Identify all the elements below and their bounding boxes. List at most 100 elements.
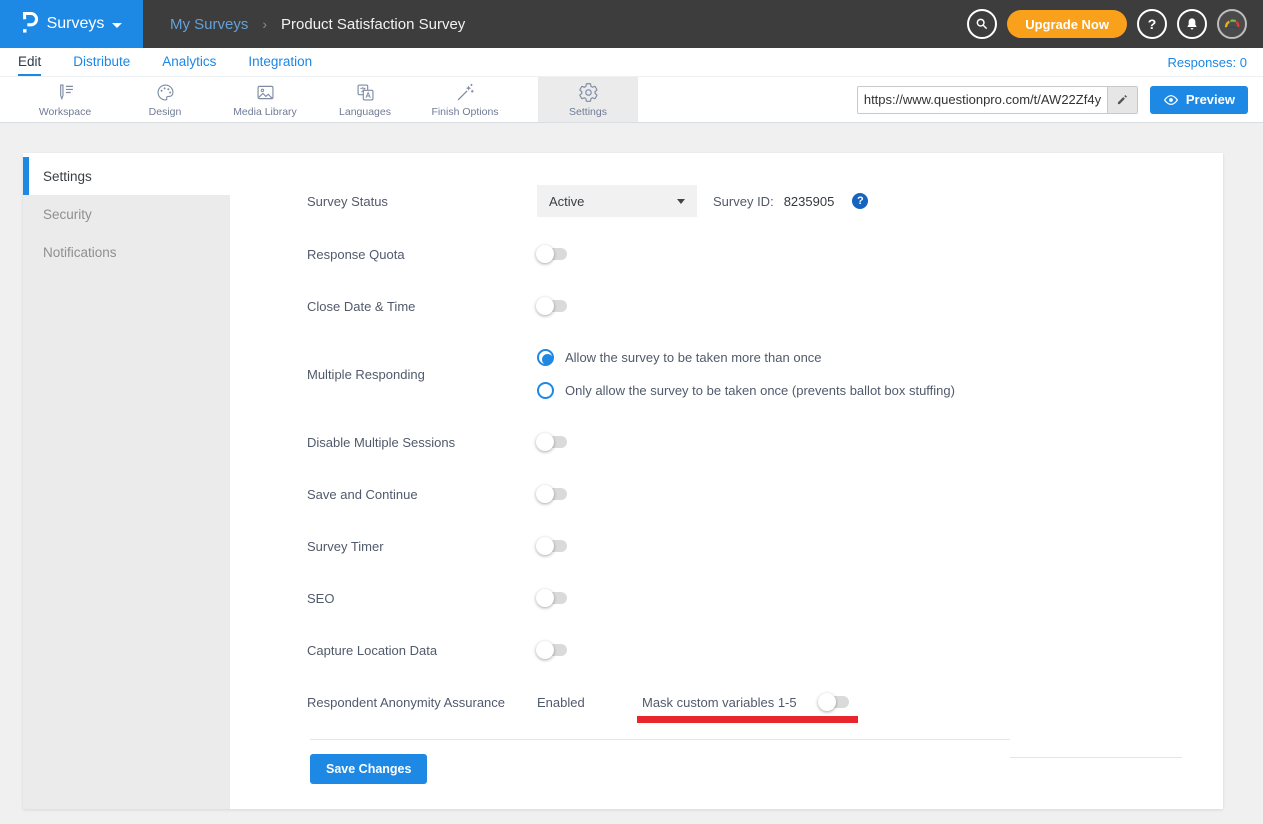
- translate-icon: [355, 82, 376, 103]
- respondent-anonymity-label: Respondent Anonymity Assurance: [307, 695, 537, 710]
- radio-unselected-icon: [537, 382, 554, 399]
- toolbar-item-design[interactable]: Design: [115, 77, 215, 122]
- toggle-knob: [536, 297, 554, 315]
- row-capture-location-data: Capture Location Data: [307, 634, 1193, 666]
- preview-button[interactable]: Preview: [1150, 86, 1248, 114]
- pencil-icon: [1115, 93, 1129, 107]
- content-area: Settings Security Notifications Survey S…: [0, 123, 1263, 809]
- row-survey-timer: Survey Timer: [307, 530, 1193, 562]
- row-response-quota: Response Quota: [307, 238, 1193, 270]
- toggle-knob: [818, 693, 836, 711]
- form-divider: [310, 739, 1010, 740]
- mask-custom-variables-toggle[interactable]: [819, 696, 849, 708]
- product-switcher[interactable]: Surveys: [0, 0, 143, 48]
- question-mark-icon: ?: [1148, 16, 1157, 32]
- row-respondent-anonymity: Respondent Anonymity Assurance Enabled M…: [307, 686, 1193, 718]
- toggle-knob: [536, 485, 554, 503]
- close-date-time-label: Close Date & Time: [307, 299, 537, 314]
- responses-count[interactable]: Responses: 0: [1168, 48, 1248, 76]
- header-actions: Upgrade Now ?: [967, 9, 1263, 39]
- capture-location-data-label: Capture Location Data: [307, 643, 537, 658]
- survey-status-label: Survey Status: [307, 194, 537, 209]
- survey-timer-toggle[interactable]: [537, 540, 567, 552]
- gear-icon: [578, 82, 599, 103]
- survey-url-input[interactable]: [858, 87, 1107, 113]
- chevron-down-icon: [112, 23, 122, 28]
- tab-distribute[interactable]: Distribute: [73, 48, 130, 76]
- row-close-date-time: Close Date & Time: [307, 290, 1193, 322]
- search-button[interactable]: [967, 9, 997, 39]
- response-quota-toggle[interactable]: [537, 248, 567, 260]
- row-save-and-continue: Save and Continue: [307, 478, 1193, 510]
- seo-toggle[interactable]: [537, 592, 567, 604]
- row-disable-multiple-sessions: Disable Multiple Sessions: [307, 426, 1193, 458]
- save-and-continue-toggle[interactable]: [537, 488, 567, 500]
- survey-id-help-icon[interactable]: ?: [852, 193, 868, 209]
- tab-analytics[interactable]: Analytics: [162, 48, 216, 76]
- sidebar-item-notifications[interactable]: Notifications: [23, 233, 230, 271]
- help-button[interactable]: ?: [1137, 9, 1167, 39]
- settings-card: Settings Security Notifications Survey S…: [23, 153, 1223, 809]
- notifications-button[interactable]: [1177, 9, 1207, 39]
- highlight-underline: [637, 716, 858, 723]
- user-avatar[interactable]: [1217, 9, 1247, 39]
- workspace-icon: [55, 82, 76, 103]
- radio-option-multiple-allowed[interactable]: Allow the survey to be taken more than o…: [537, 341, 955, 374]
- top-header: Surveys My Surveys › Product Satisfactio…: [0, 0, 1263, 48]
- toolbar-item-finish-options[interactable]: Finish Options: [415, 77, 515, 122]
- seo-label: SEO: [307, 591, 537, 606]
- toggle-knob: [536, 641, 554, 659]
- toolbar-right: Preview: [857, 77, 1263, 122]
- disable-multiple-sessions-toggle[interactable]: [537, 436, 567, 448]
- toolbar-item-languages[interactable]: Languages: [315, 77, 415, 122]
- anonymity-status-text: Enabled: [537, 695, 642, 710]
- tab-edit[interactable]: Edit: [18, 48, 41, 76]
- search-icon: [974, 16, 990, 32]
- radio-selected-icon: [537, 349, 554, 366]
- toggle-knob: [536, 589, 554, 607]
- survey-status-dropdown[interactable]: Active: [537, 185, 697, 217]
- toolbar-item-settings[interactable]: Settings: [538, 77, 638, 122]
- survey-status-value: Active: [549, 194, 584, 209]
- toolbar-item-workspace[interactable]: Workspace: [15, 77, 115, 122]
- multiple-responding-label: Multiple Responding: [307, 367, 537, 382]
- upgrade-now-button[interactable]: Upgrade Now: [1007, 10, 1127, 38]
- avatar-image: [1221, 13, 1243, 35]
- sidebar-item-settings[interactable]: Settings: [23, 157, 230, 195]
- breadcrumb-current: Product Satisfaction Survey: [281, 16, 465, 33]
- save-changes-button[interactable]: Save Changes: [310, 754, 427, 784]
- app: Surveys My Surveys › Product Satisfactio…: [0, 0, 1263, 809]
- row-multiple-responding: Multiple Responding Allow the survey to …: [307, 341, 955, 407]
- breadcrumb-my-surveys[interactable]: My Surveys: [170, 16, 248, 33]
- row-seo: SEO: [307, 582, 1193, 614]
- radio-option-once-only[interactable]: Only allow the survey to be taken once (…: [537, 374, 955, 407]
- breadcrumb: My Surveys › Product Satisfaction Survey: [170, 16, 465, 33]
- row-survey-status: Survey Status Active Survey ID: 8235905 …: [307, 185, 1193, 217]
- capture-location-data-toggle[interactable]: [537, 644, 567, 656]
- toolbar-item-media-library[interactable]: Media Library: [215, 77, 315, 122]
- sidebar-item-security[interactable]: Security: [23, 195, 230, 233]
- mask-custom-variables-label: Mask custom variables 1-5: [642, 695, 797, 710]
- bell-icon: [1184, 16, 1200, 32]
- sidebar-rest: Security Notifications: [23, 195, 230, 809]
- breadcrumb-separator: ›: [262, 16, 267, 32]
- response-quota-label: Response Quota: [307, 247, 537, 262]
- questionpro-logo-icon: [21, 9, 39, 39]
- tab-integration[interactable]: Integration: [248, 48, 312, 76]
- eye-icon: [1163, 92, 1179, 108]
- secondary-divider: [1010, 757, 1182, 758]
- close-date-time-toggle[interactable]: [537, 300, 567, 312]
- edit-toolbar: Workspace Design Media Library: [0, 77, 1263, 123]
- multiple-responding-options: Allow the survey to be taken more than o…: [537, 341, 955, 407]
- survey-id-value: 8235905: [784, 194, 835, 209]
- image-icon: [255, 82, 276, 103]
- toggle-knob: [536, 245, 554, 263]
- save-and-continue-label: Save and Continue: [307, 487, 537, 502]
- disable-multiple-sessions-label: Disable Multiple Sessions: [307, 435, 537, 450]
- toggle-knob: [536, 433, 554, 451]
- product-name: Surveys: [47, 15, 105, 33]
- survey-url-box: [857, 86, 1138, 114]
- survey-timer-label: Survey Timer: [307, 539, 537, 554]
- edit-url-button[interactable]: [1107, 87, 1137, 113]
- toggle-knob: [536, 537, 554, 555]
